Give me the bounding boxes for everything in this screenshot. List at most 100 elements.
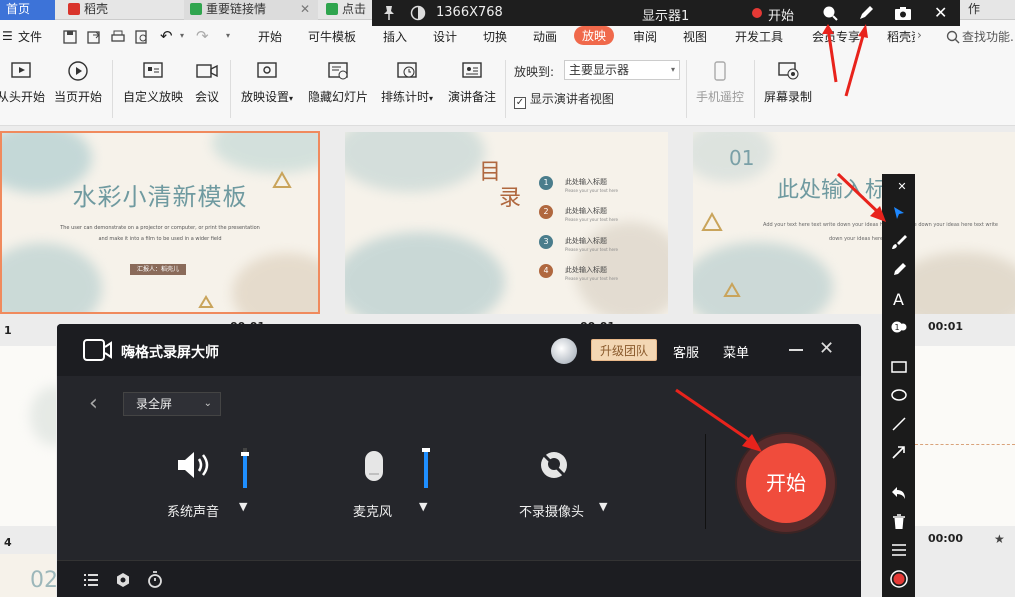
close-icon[interactable]: ✕ <box>934 3 947 22</box>
toc-item-subtitle: Please your your text here <box>565 188 618 193</box>
topbar-start-button[interactable]: 开始 <box>768 5 794 24</box>
print-preview-icon[interactable] <box>134 29 150 45</box>
line-icon[interactable] <box>882 416 915 436</box>
record-icon[interactable] <box>882 570 915 592</box>
text-tool-icon[interactable]: A <box>882 290 915 309</box>
search-input[interactable]: 查找功能... <box>962 28 1015 45</box>
svg-text:1: 1 <box>894 323 899 332</box>
menu-item-5[interactable]: 动画 <box>533 28 557 45</box>
mic-level[interactable] <box>422 448 430 488</box>
ellipse-icon[interactable] <box>882 388 915 406</box>
phone-remote-button[interactable]: 手机遥控 <box>694 60 746 105</box>
rehearse-timing-button[interactable]: 排练计时▾ <box>378 60 436 105</box>
menu-item-9[interactable]: 开发工具 <box>735 28 783 45</box>
level-knob[interactable] <box>241 452 249 456</box>
highlighter-icon[interactable] <box>882 262 915 282</box>
contrast-icon[interactable] <box>410 5 426 21</box>
menu-file[interactable]: 文件 <box>18 28 42 45</box>
tab-document-3[interactable]: 作 <box>962 0 1015 20</box>
close-icon[interactable]: ✕ <box>819 338 834 359</box>
arrow-tool-icon[interactable] <box>882 444 915 464</box>
upgrade-team-button[interactable]: 升级团队 <box>591 339 657 361</box>
save-icon[interactable] <box>62 29 78 45</box>
slide-thumbnail-6[interactable] <box>915 346 1015 526</box>
slide-thumbnail-2[interactable]: 目 录 1 此处输入标题 Please your your text here … <box>345 132 668 314</box>
menu-item-8[interactable]: 视图 <box>683 28 707 45</box>
menu-item-6-active[interactable]: 放映 <box>574 26 615 45</box>
trash-icon[interactable] <box>882 514 915 534</box>
custom-show-button[interactable]: 自定义放映 <box>122 60 184 105</box>
system-audio-dropdown[interactable]: ▼ <box>239 500 247 513</box>
close-icon[interactable]: ✕ <box>892 180 912 193</box>
pin-icon[interactable] <box>382 5 396 21</box>
presenter-view-toggle[interactable]: ✓ 显示演讲者视图 <box>514 90 614 109</box>
timer-icon[interactable] <box>147 571 163 588</box>
hide-slide-button[interactable]: 隐藏幻灯片 <box>306 60 370 105</box>
close-tab-icon[interactable]: ✕ <box>300 0 310 18</box>
numbering-icon[interactable]: 1 <box>882 320 915 338</box>
slide-thumbnail-7[interactable]: 02 <box>0 554 56 597</box>
pen-icon[interactable] <box>858 5 874 21</box>
tab-document-2[interactable]: 点击 <box>320 0 372 20</box>
hamburger-icon[interactable]: ☰ <box>2 29 13 43</box>
system-audio-level[interactable] <box>241 448 249 488</box>
slide-subtitle: The user can demonstrate on a projector … <box>60 225 260 231</box>
menu-button[interactable]: 菜单 <box>723 342 749 361</box>
sheet-icon <box>326 3 338 15</box>
settings-icon[interactable] <box>115 572 131 588</box>
menu-item-0[interactable]: 开始 <box>258 28 282 45</box>
slide-thumbnail-4[interactable] <box>0 346 56 526</box>
menu-item-2[interactable]: 插入 <box>383 28 407 45</box>
star-icon[interactable]: ★ <box>994 532 1005 546</box>
tab-home[interactable]: 首页 <box>0 0 55 20</box>
speaker-notes-button[interactable]: 演讲备注 <box>446 60 498 105</box>
undo-icon[interactable]: ↶ <box>160 27 173 45</box>
quick-access-dropdown-icon[interactable]: ▾ <box>226 31 230 40</box>
checkbox-checked-icon[interactable]: ✓ <box>514 97 526 109</box>
camera-dropdown[interactable]: ▼ <box>599 500 607 513</box>
system-audio-label: 系统声音 <box>167 505 220 520</box>
list-icon[interactable] <box>83 573 99 587</box>
undo-icon[interactable] <box>882 486 915 504</box>
minimize-icon[interactable] <box>789 349 803 351</box>
camera-icon[interactable] <box>894 5 912 21</box>
mic-dropdown[interactable]: ▼ <box>419 500 427 513</box>
resolution-label: 1366X768 <box>436 5 503 20</box>
menu-item-4[interactable]: 切换 <box>483 28 507 45</box>
tab-docer[interactable]: 稻壳 <box>62 0 182 20</box>
menu-item-11[interactable]: 稻壳资 <box>887 28 915 45</box>
brush-icon[interactable] <box>882 234 915 254</box>
customer-service-button[interactable]: 客服 <box>673 342 699 361</box>
docer-icon <box>68 3 80 15</box>
undo-dropdown-icon[interactable]: ▾ <box>180 31 184 40</box>
menu-lines-icon[interactable] <box>882 544 915 560</box>
from-start-button[interactable]: 从头开始 <box>0 60 46 105</box>
recorder-footer <box>57 560 861 597</box>
slide-thumbnail-1[interactable]: 水彩小清新模板 The user can demonstrate on a pr… <box>0 131 320 314</box>
menu-item-3[interactable]: 设计 <box>433 28 457 45</box>
show-to-select[interactable]: 主要显示器 ▾ <box>564 60 680 80</box>
show-settings-button[interactable]: 放映设置▾ <box>238 60 296 105</box>
level-knob[interactable] <box>422 448 430 452</box>
zoom-icon[interactable] <box>822 5 838 21</box>
export-icon[interactable] <box>86 29 102 45</box>
microphone-icon[interactable] <box>363 450 385 482</box>
more-menu-icon[interactable]: › <box>917 28 922 42</box>
tab-document-1[interactable]: 重要链接情 ✕ <box>184 0 318 20</box>
from-current-button[interactable]: 当页开始 <box>52 60 104 105</box>
avatar[interactable] <box>551 338 577 364</box>
screen-record-button[interactable]: 屏幕录制 <box>762 60 814 105</box>
watercolor-decoration <box>345 132 485 192</box>
recorder-area-bar: 1366X768 显示器1 开始 ✕ <box>372 0 960 26</box>
speaker-icon[interactable] <box>175 450 213 480</box>
rectangle-icon[interactable] <box>882 360 915 378</box>
print-icon[interactable] <box>110 29 126 45</box>
redo-icon[interactable]: ↷ <box>196 27 209 45</box>
back-icon[interactable]: ‹ <box>89 391 98 416</box>
menu-item-7[interactable]: 审阅 <box>633 28 657 45</box>
toc-item-title: 此处输入标题 <box>565 178 607 186</box>
menu-item-1[interactable]: 可牛模板 <box>308 28 356 45</box>
camera-off-icon[interactable] <box>539 450 569 480</box>
meeting-button[interactable]: 会议 <box>192 60 222 105</box>
record-mode-select[interactable]: 录全屏 ⌄ <box>123 392 221 416</box>
